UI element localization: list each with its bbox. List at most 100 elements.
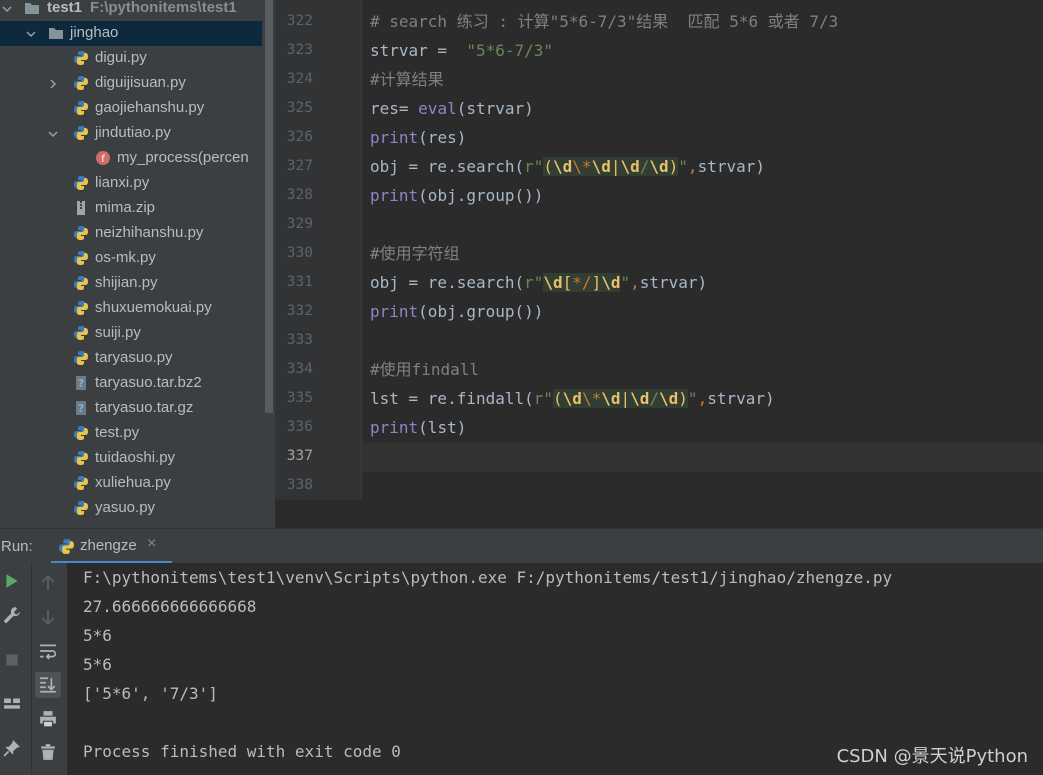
comment: #使用findall [370,360,480,379]
regex-bracket: [ [562,273,573,292]
tree-item[interactable]: neizhihanshu.py [0,221,262,246]
tree-item[interactable]: ? taryasuo.tar.bz2 [0,371,262,396]
tree-item[interactable]: test.py [0,421,262,446]
chevron-right-icon[interactable] [46,71,60,96]
toolbar-divider [31,563,32,775]
regex-class: \d [562,389,582,408]
tree-item[interactable]: f my_process(percen [0,146,262,171]
tree-item[interactable]: jindutiao.py [0,121,262,146]
unknown-file-icon: ? [76,376,86,390]
trash-icon[interactable] [36,740,60,764]
arrow-up-icon[interactable] [36,571,60,595]
tree-item-label: taryasuo.tar.gz [95,399,194,416]
builtin-function: print [370,418,419,437]
line-number: 324 [286,71,313,87]
comment: #使用字符组 [370,244,460,263]
tree-item[interactable]: gaojiehanshu.py [0,96,262,121]
tree-item-label: mima.zip [95,199,156,216]
string-prefix: r" [524,157,544,176]
regex-group: ) [678,389,688,408]
string-quote: " [620,273,631,292]
string-quote: " [678,157,688,176]
tree-item[interactable]: ? taryasuo.tar.gz [0,396,262,421]
function-icon: f [96,151,110,165]
tree-item[interactable]: xuliehua.py [0,471,262,496]
console-line: Process finished with exit code 0 [83,742,401,761]
tree-item[interactable]: shuxuemokuai.py [0,296,262,321]
tree-item[interactable]: yasuo.py [0,496,262,521]
tree-item-label: neizhihanshu.py [95,224,204,241]
svg-text:?: ? [78,377,84,390]
code-text: strvar) [697,157,765,176]
regex-fragment: (\d\*\d|\d/\d) [543,157,679,176]
code-line: obj = re.search(r"\d[*/]\d",strvar) [370,272,707,294]
scroll-to-end-icon[interactable] [35,672,61,698]
builtin-function: print [370,186,419,205]
tree-item-label: taryasuo.py [95,349,173,366]
tree-item-label: tuidaoshi.py [95,449,176,466]
tree-item[interactable]: lianxi.py [0,171,262,196]
chevron-down-icon[interactable] [0,0,14,21]
editor-bottom-gap [275,500,1043,528]
string-prefix: r" [524,273,544,292]
console-line: 5*6 [83,655,112,674]
regex-group: ( [553,389,563,408]
regex-group: ( [543,157,554,176]
regex-class: \d [659,389,679,408]
folder-icon [25,3,39,14]
stop-icon[interactable] [0,648,24,672]
svg-text:f: f [101,154,105,165]
tree-item[interactable]: shijian.py [0,271,262,296]
tree-item[interactable]: os-mk.py [0,246,262,271]
python-file-icon [74,276,88,290]
builtin-function: eval [418,99,457,118]
string-quote: " [687,389,698,408]
wrench-icon[interactable] [0,603,24,627]
tree-item[interactable]: tuidaoshi.py [0,446,262,471]
python-file-icon [74,426,88,440]
string-literal: "5*6-7/3" [466,41,554,60]
chevron-down-icon[interactable] [46,121,60,146]
close-icon[interactable]: × [147,535,156,553]
run-label: Run: [1,538,33,555]
code-text: (strvar) [456,99,534,118]
run-toolbar [0,563,67,775]
code-text: lst = re.findall( [370,389,534,408]
tree-item[interactable]: suiji.py [0,321,262,346]
regex-alternation: | [620,389,631,408]
code-text: (obj.group()) [418,302,544,321]
pin-icon[interactable] [0,736,24,760]
regex-class: \d [553,157,573,176]
archive-icon [77,201,85,215]
tree-folder-jinghao[interactable]: jinghao [0,21,262,46]
run-icon[interactable] [0,569,24,593]
run-tab-zhengze[interactable]: zhengze × [51,529,172,564]
code-text: strvar) [707,389,775,408]
svg-text:?: ? [78,402,84,415]
soft-wrap-icon[interactable] [36,639,60,663]
code-text: (lst) [418,418,467,437]
print-icon[interactable] [36,707,60,731]
code-editor[interactable]: 322 323 324 325 326 327 328 329 330 331 … [275,0,1043,500]
code-line: #使用findall [370,359,479,381]
line-number: 333 [286,332,313,348]
line-number: 338 [286,477,313,493]
tree-item[interactable]: taryasuo.py [0,346,262,371]
tree-item-label: taryasuo.tar.bz2 [95,374,202,391]
tree-item[interactable]: diguijisuan.py [0,71,262,96]
tree-item[interactable]: digui.py [0,46,262,71]
regex-fragment: (\d\*\d|\d/\d) [553,389,688,408]
python-icon [59,539,74,554]
layout-icon[interactable] [0,691,24,715]
tree-item-label: diguijisuan.py [95,74,186,91]
tree-item-label: digui.py [95,49,147,66]
tree-item[interactable]: mima.zip [0,196,262,221]
code-text: (res) [418,128,467,147]
tree-root-test1[interactable]: test1 F:\pythonitems\test1 [0,0,262,21]
tree-item-label: test.py [95,424,140,441]
tree-scrollbar-thumb[interactable] [265,0,273,413]
arrow-down-icon[interactable] [36,605,60,629]
chevron-down-icon[interactable] [24,21,38,46]
tree-item-label: lianxi.py [95,174,150,191]
python-file-icon [74,251,88,265]
